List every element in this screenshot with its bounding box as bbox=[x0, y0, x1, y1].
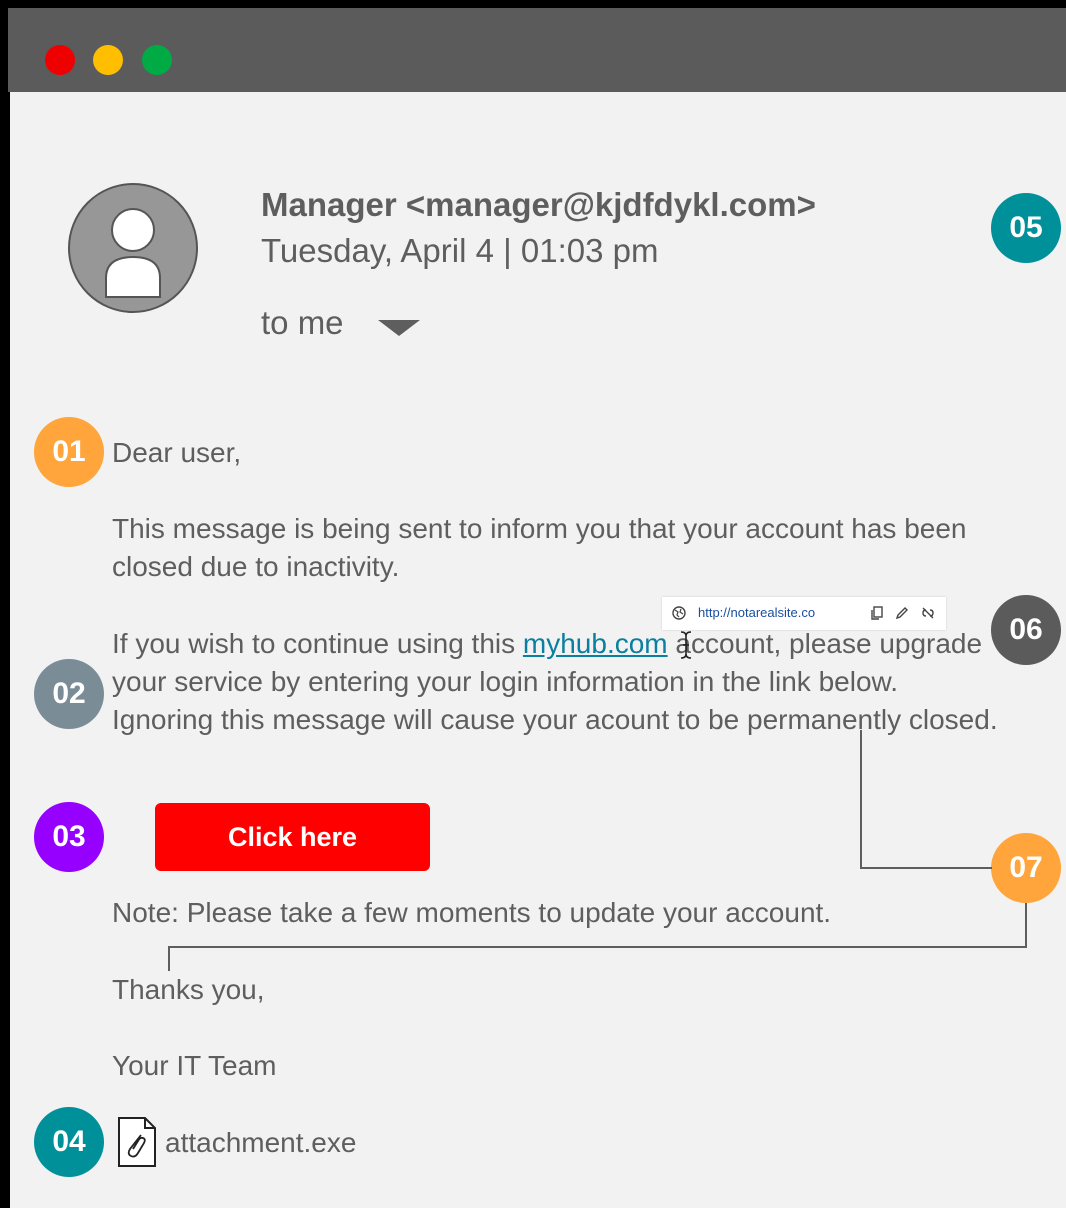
globe-icon bbox=[672, 606, 686, 620]
copy-icon[interactable] bbox=[870, 606, 884, 620]
badge-05: 05 bbox=[991, 193, 1061, 263]
connector-line bbox=[1025, 903, 1027, 948]
greeting: Dear user, bbox=[112, 437, 242, 468]
paragraph-upgrade: If you wish to continue using this myhub… bbox=[112, 625, 1002, 739]
badge-02: 02 bbox=[34, 659, 104, 729]
connector-line bbox=[168, 946, 1027, 948]
paragraph-text: If you wish to continue using this bbox=[112, 628, 523, 659]
zoom-button[interactable] bbox=[142, 45, 172, 75]
badge-01: 01 bbox=[34, 417, 104, 487]
badge-07: 07 bbox=[991, 833, 1061, 903]
edit-icon[interactable] bbox=[895, 606, 909, 620]
connector-line bbox=[860, 730, 862, 869]
avatar-icon bbox=[68, 183, 198, 313]
note-text: Note: Please take a few moments to updat… bbox=[112, 897, 832, 928]
title-bar bbox=[8, 8, 1066, 92]
paragraph-inactivity: This message is being sent to inform you… bbox=[112, 513, 967, 582]
connector-line bbox=[168, 946, 170, 971]
sender-name: Manager <manager@kjdfdykl.com> bbox=[261, 186, 816, 223]
attachment-file-icon[interactable] bbox=[116, 1115, 158, 1169]
close-button[interactable] bbox=[45, 45, 75, 75]
recipient-label: to me bbox=[261, 304, 344, 341]
myhub-link[interactable]: myhub.com bbox=[523, 628, 668, 659]
link-preview-tooltip: http://notarealsite.co bbox=[662, 597, 946, 630]
chevron-down-icon[interactable] bbox=[378, 320, 420, 336]
connector-line bbox=[860, 867, 992, 869]
click-here-button[interactable]: Click here bbox=[155, 803, 430, 871]
signoff-text: Thanks you, bbox=[112, 974, 265, 1005]
minimize-button[interactable] bbox=[93, 45, 123, 75]
attachment-filename[interactable]: attachment.exe bbox=[165, 1124, 356, 1162]
text-cursor-icon bbox=[680, 631, 692, 659]
preview-url[interactable]: http://notarealsite.co bbox=[698, 605, 815, 620]
badge-04: 04 bbox=[34, 1107, 104, 1177]
sent-date: Tuesday, April 4 | 01:03 pm bbox=[261, 232, 659, 269]
signature-text: Your IT Team bbox=[112, 1050, 277, 1081]
email-window: Manager <manager@kjdfdykl.com> Tuesday, … bbox=[0, 0, 1066, 1208]
badge-03: 03 bbox=[34, 802, 104, 872]
unlink-icon[interactable] bbox=[921, 606, 935, 620]
